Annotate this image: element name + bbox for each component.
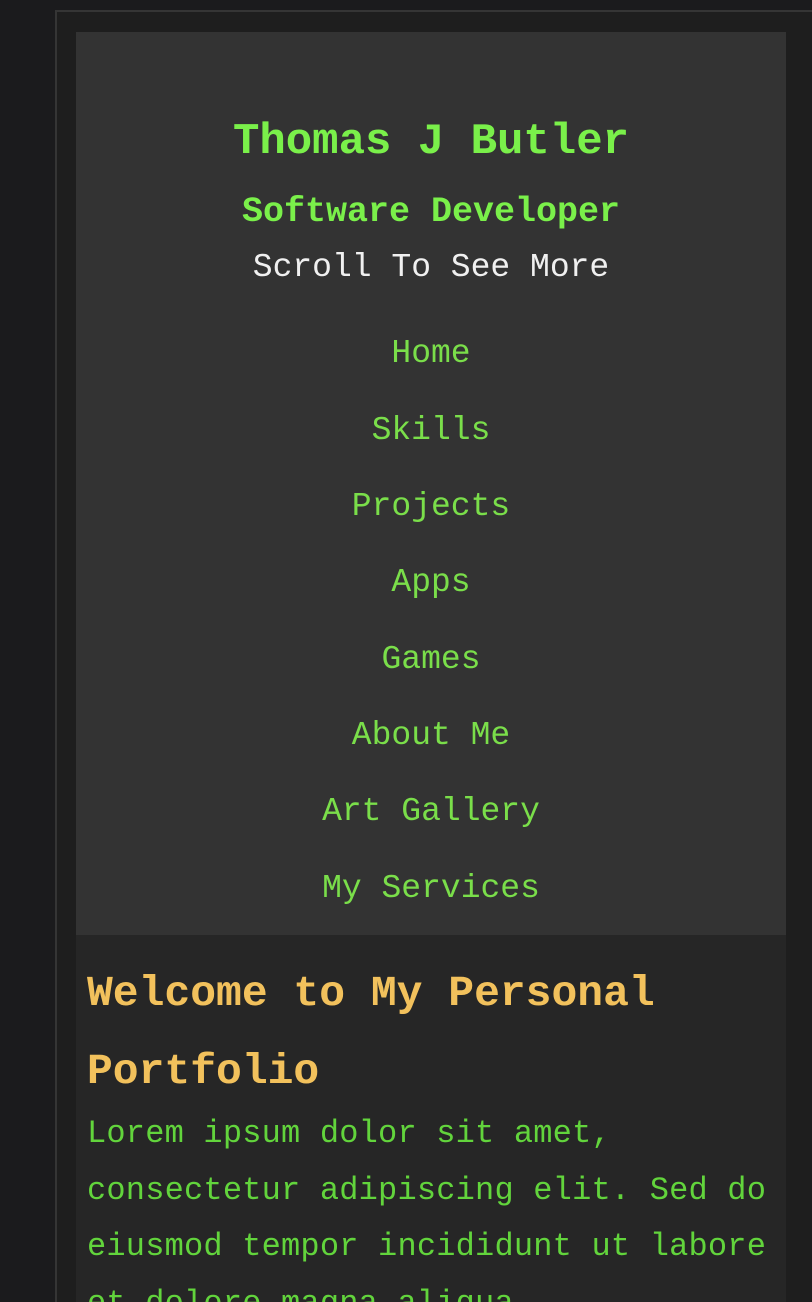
nav-item-skills[interactable]: Skills <box>76 411 786 451</box>
main-content: Welcome to My Personal Portfolio Lorem i… <box>76 935 786 1302</box>
job-title: Software Developer <box>241 192 621 232</box>
nav-item-home[interactable]: Home <box>76 334 786 374</box>
nav-item-about-me[interactable]: About Me <box>76 716 786 756</box>
nav-item-games[interactable]: Games <box>76 640 786 680</box>
nav-item-art-gallery[interactable]: Art Gallery <box>76 792 786 832</box>
intro-paragraph: Lorem ipsum dolor sit amet, consectetur … <box>87 1115 767 1302</box>
site-header: Thomas J Butler Software Developer Scrol… <box>76 32 786 935</box>
nav-item-projects[interactable]: Projects <box>76 487 786 527</box>
site-owner-name: Thomas J Butler <box>232 117 630 167</box>
scroll-hint: Scroll To See More <box>252 249 610 286</box>
welcome-heading: Welcome to My Personal Portfolio <box>87 969 655 1096</box>
nav-item-my-services[interactable]: My Services <box>76 869 786 909</box>
nav-item-apps[interactable]: Apps <box>76 563 786 603</box>
